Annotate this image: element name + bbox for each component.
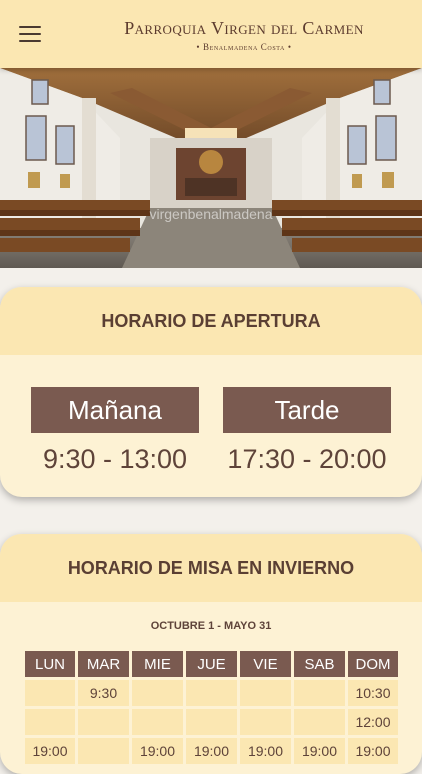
- church-interior-photo: virgenbenalmadena: [0, 68, 422, 268]
- mass-time-cell: [240, 680, 291, 706]
- mass-time-cell: 19:00: [240, 738, 291, 764]
- day-header: VIE: [240, 651, 291, 677]
- mass-time-cell: [25, 709, 75, 735]
- mass-time-cell: [186, 680, 237, 706]
- mass-time-cell: [132, 709, 183, 735]
- mass-time-cell: 12:00: [348, 709, 398, 735]
- mass-time-cell: [25, 680, 75, 706]
- opening-hours-card: HORARIO DE APERTURA Mañana 9:30 - 13:00 …: [0, 287, 422, 497]
- afternoon-button[interactable]: Tarde: [223, 387, 391, 433]
- mass-time-cell: 9:30: [78, 680, 129, 706]
- table-row: 12:00: [25, 709, 398, 735]
- mass-time-cell: 10:30: [348, 680, 398, 706]
- mass-time-cell: [186, 709, 237, 735]
- mass-time-cell: 19:00: [132, 738, 183, 764]
- mass-schedule-card: HORARIO DE MISA EN INVIERNO OCTUBRE 1 - …: [0, 534, 422, 774]
- mass-time-cell: 19:00: [25, 738, 75, 764]
- mass-time-cell: 19:00: [294, 738, 345, 764]
- mass-time-cell: [132, 680, 183, 706]
- mass-time-cell: [78, 738, 129, 764]
- morning-time: 9:30 - 13:00: [42, 444, 188, 474]
- mass-schedule-title: HORARIO DE MISA EN INVIERNO: [0, 534, 422, 602]
- day-header-row: LUN MAR MIE JUE VIE SAB DOM: [25, 651, 398, 677]
- parish-logo-title: Parroquia Virgen del Carmen: [124, 18, 364, 38]
- mass-time-cell: [294, 709, 345, 735]
- mass-time-cell: 19:00: [186, 738, 237, 764]
- day-header: SAB: [294, 651, 345, 677]
- season-dates: OCTUBRE 1 - MAYO 31: [150, 620, 272, 632]
- afternoon-hours: Tarde 17:30 - 20:00: [223, 387, 391, 475]
- photo-watermark: virgenbenalmadena: [149, 206, 273, 222]
- mass-time-cell: 19:00: [348, 738, 398, 764]
- day-header: LUN: [25, 651, 75, 677]
- mass-schedule-table: LUN MAR MIE JUE VIE SAB DOM 9:30 10:30 1…: [22, 648, 401, 767]
- table-row: 19:00 19:00 19:00 19:00 19:00 19:00: [25, 738, 398, 764]
- day-header: JUE: [186, 651, 237, 677]
- app-header: Parroquia Virgen del Carmen • Benalmaden…: [0, 0, 422, 68]
- opening-hours-title: HORARIO DE APERTURA: [0, 287, 422, 355]
- afternoon-time: 17:30 - 20:00: [227, 444, 387, 474]
- mass-time-cell: [78, 709, 129, 735]
- day-header: DOM: [348, 651, 398, 677]
- day-header: MAR: [78, 651, 129, 677]
- morning-hours: Mañana 9:30 - 13:00: [31, 387, 199, 475]
- parish-logo-subtitle: • Benalmadena Costa •: [196, 42, 292, 52]
- morning-button[interactable]: Mañana: [31, 387, 199, 433]
- table-row: 9:30 10:30: [25, 680, 398, 706]
- mass-time-cell: [294, 680, 345, 706]
- hamburger-menu-icon[interactable]: [19, 21, 49, 47]
- day-header: MIE: [132, 651, 183, 677]
- mass-time-cell: [240, 709, 291, 735]
